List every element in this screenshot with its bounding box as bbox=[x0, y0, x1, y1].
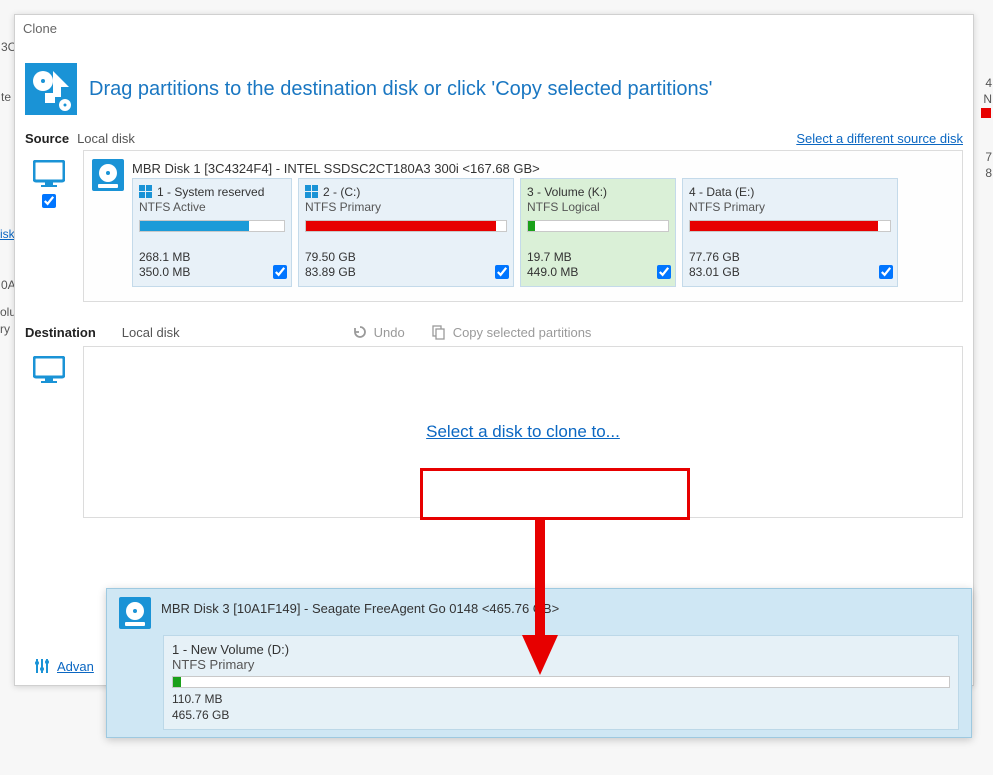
copy-icon bbox=[431, 324, 447, 340]
result-total: 465.76 GB bbox=[172, 708, 950, 724]
result-usage-bar bbox=[172, 676, 950, 688]
select-different-source-link[interactable]: Select a different source disk bbox=[796, 131, 963, 146]
partition-fs: NTFS Active bbox=[139, 200, 285, 214]
usage-bar bbox=[305, 220, 507, 232]
copy-selected-button[interactable]: Copy selected partitions bbox=[431, 324, 592, 340]
partition-name: 2 - (C:) bbox=[323, 185, 360, 199]
sliders-icon bbox=[33, 657, 51, 675]
destination-disk-panel: MBR Disk 3 [10A1F149] - Seagate FreeAgen… bbox=[106, 588, 972, 738]
source-disk-title: MBR Disk 1 [3C4324F4] - INTEL SSDSC2CT18… bbox=[132, 159, 954, 178]
window-title: Clone bbox=[15, 15, 973, 43]
partition-3[interactable]: 3 - Volume (K:)NTFS Logical 19.7 MB449.0 … bbox=[520, 178, 676, 287]
monitor-icon bbox=[33, 356, 65, 384]
partition-fs: NTFS Primary bbox=[305, 200, 507, 214]
destination-panel: Select a disk to clone to... bbox=[83, 346, 963, 518]
clone-dialog: Clone Drag partitions to the destination… bbox=[14, 14, 974, 686]
clone-icon bbox=[25, 63, 77, 115]
usage-bar bbox=[689, 220, 891, 232]
advanced-options-link[interactable]: Advan bbox=[57, 659, 94, 674]
windows-flag-icon bbox=[139, 185, 153, 199]
usage-bar bbox=[527, 220, 669, 232]
partition-name: 4 - Data (E:) bbox=[689, 185, 754, 199]
monitor-icon bbox=[33, 160, 65, 188]
hdd-icon bbox=[119, 597, 151, 629]
partition-name: 3 - Volume (K:) bbox=[527, 185, 607, 199]
partition-sizes: 77.76 GB83.01 GB bbox=[689, 250, 891, 280]
usage-bar bbox=[139, 220, 285, 232]
partition-checkbox[interactable] bbox=[273, 265, 287, 279]
partition-sizes: 268.1 MB350.0 MB bbox=[139, 250, 285, 280]
undo-label: Undo bbox=[374, 325, 405, 340]
copy-selected-label: Copy selected partitions bbox=[453, 325, 592, 340]
result-partition[interactable]: 1 - New Volume (D:) NTFS Primary 110.7 M… bbox=[163, 635, 959, 730]
partition-checkbox[interactable] bbox=[879, 265, 893, 279]
partition-checkbox[interactable] bbox=[495, 265, 509, 279]
partition-4[interactable]: 4 - Data (E:)NTFS Primary 77.76 GB83.01 G… bbox=[682, 178, 898, 287]
source-location: Local disk bbox=[77, 131, 135, 146]
partition-2[interactable]: 2 - (C:)NTFS Primary 79.50 GB83.89 GB bbox=[298, 178, 514, 287]
windows-flag-icon bbox=[305, 185, 319, 199]
partition-fs: NTFS Primary bbox=[689, 200, 891, 214]
source-disk-checkbox[interactable] bbox=[42, 194, 56, 208]
header-instruction: Drag partitions to the destination disk … bbox=[89, 78, 713, 101]
result-partition-name: 1 - New Volume (D:) bbox=[172, 642, 950, 657]
undo-button[interactable]: Undo bbox=[352, 324, 405, 340]
result-partition-fs: NTFS Primary bbox=[172, 657, 950, 672]
hdd-icon bbox=[92, 159, 124, 191]
source-disk-panel: MBR Disk 1 [3C4324F4] - INTEL SSDSC2CT18… bbox=[83, 150, 963, 302]
partition-fs: NTFS Logical bbox=[527, 200, 669, 214]
partition-checkbox[interactable] bbox=[657, 265, 671, 279]
source-label: Source bbox=[25, 131, 69, 146]
select-destination-link[interactable]: Select a disk to clone to... bbox=[426, 422, 620, 442]
partition-sizes: 19.7 MB449.0 MB bbox=[527, 250, 669, 280]
undo-icon bbox=[352, 324, 368, 340]
result-used: 110.7 MB bbox=[172, 692, 950, 708]
partition-name: 1 - System reserved bbox=[157, 185, 264, 199]
destination-location: Local disk bbox=[122, 325, 180, 340]
result-disk-title: MBR Disk 3 [10A1F149] - Seagate FreeAgen… bbox=[161, 597, 559, 618]
partition-sizes: 79.50 GB83.89 GB bbox=[305, 250, 507, 280]
destination-label: Destination bbox=[25, 325, 96, 340]
partition-1[interactable]: 1 - System reservedNTFS Active 268.1 MB35… bbox=[132, 178, 292, 287]
